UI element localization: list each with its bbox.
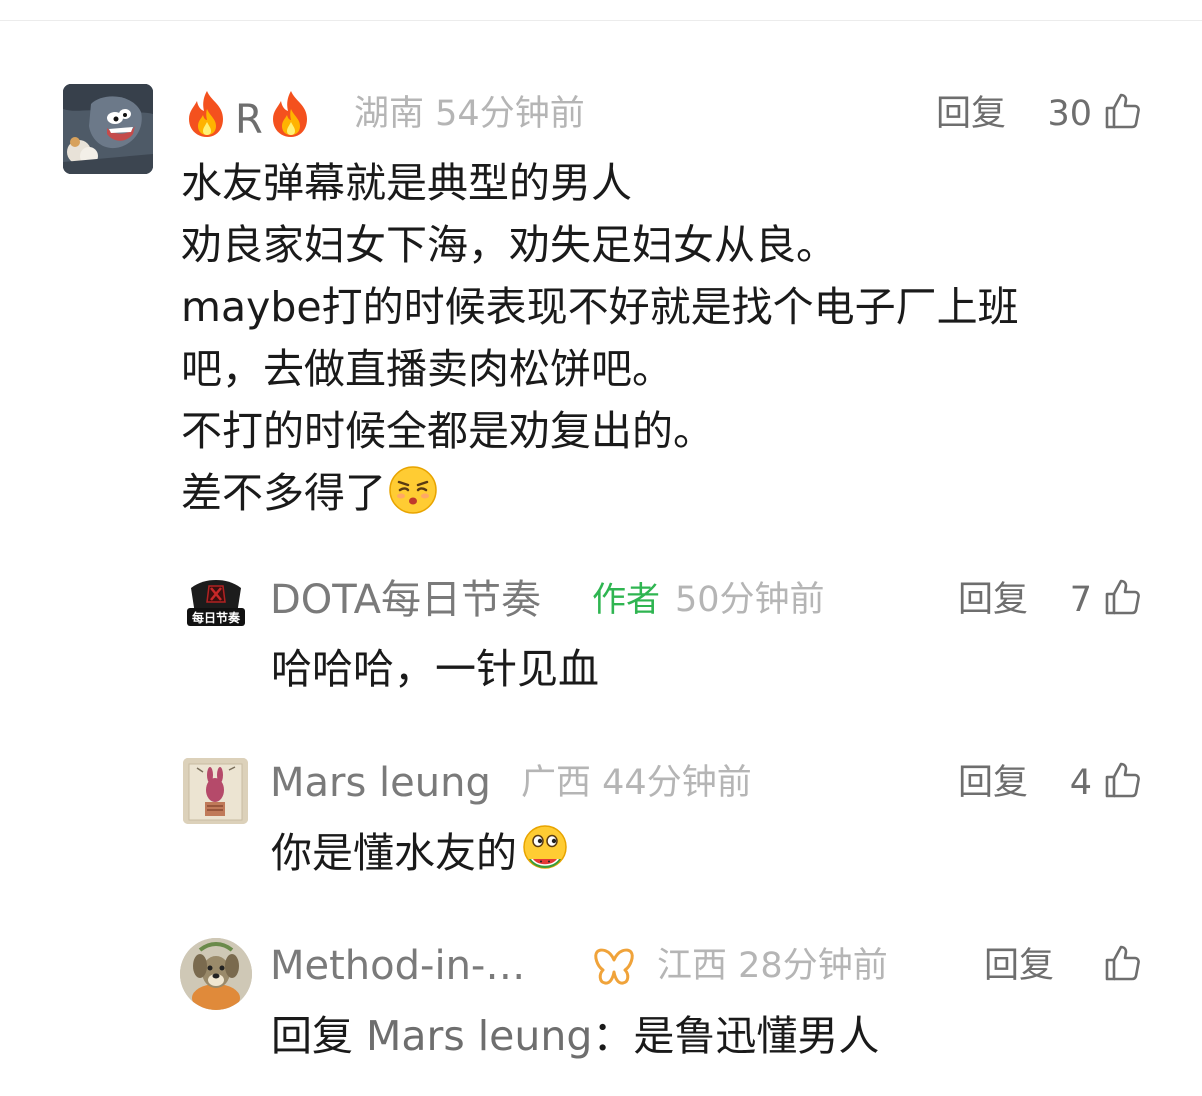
username[interactable]: DOTA每日节奏 (270, 576, 541, 624)
content-line: 劝良家妇女下海，劝失足妇女从良。 (181, 221, 837, 269)
reply-content: 哈哈哈，一针见血 (271, 645, 599, 693)
thumbs-up-icon[interactable] (1104, 578, 1140, 616)
reply-prefix: 回复 (271, 1012, 353, 1060)
location: 江西 (657, 946, 728, 986)
thumbs-up-icon[interactable] (1104, 761, 1140, 799)
content-line-last: 差不多得了 (181, 462, 1019, 524)
username[interactable]: R (183, 89, 315, 150)
avatar[interactable] (180, 938, 252, 1010)
content-text: 你是懂水友的 (271, 829, 517, 877)
username[interactable]: Method-in-… (270, 942, 525, 990)
reply-button[interactable]: 回复 (984, 944, 1054, 988)
content-line: 吧，去做直播卖肉松饼吧。 (181, 345, 673, 393)
timestamp: 44分钟前 (602, 763, 752, 803)
author-badge: 作者 (592, 580, 660, 620)
top-divider (0, 20, 1202, 21)
comment-content: 水友弹幕就是典型的男人 劝良家妇女下海，劝失足妇女从良。 maybe打的时候表现… (181, 152, 1019, 524)
fire-icon (267, 89, 315, 150)
location: 湖南 (354, 94, 425, 134)
like-count: 7 (1069, 580, 1092, 620)
like-count: 30 (1047, 94, 1092, 134)
avatar[interactable]: 每日节奏 (185, 578, 247, 630)
content-line: maybe打的时候表现不好就是找个电子厂上班 (181, 283, 1019, 331)
fire-icon (183, 89, 231, 150)
reply-button[interactable]: 回复 (958, 761, 1028, 805)
thumbs-up-icon[interactable] (1104, 92, 1140, 130)
eating-melon-emoji-icon (519, 823, 571, 892)
location: 广西 (521, 763, 592, 803)
username-text: R (235, 97, 263, 143)
avatar[interactable] (63, 84, 153, 174)
comment-meta: 湖南 54分钟前 (354, 92, 585, 136)
timestamp: 54分钟前 (435, 94, 585, 134)
comment-meta: 江西 28分钟前 (657, 944, 888, 988)
content-line: 水友弹幕就是典型的男人 (181, 159, 632, 207)
content-text: 差不多得了 (181, 469, 386, 517)
reply-button[interactable]: 回复 (958, 578, 1028, 622)
thumbs-up-icon[interactable] (1104, 944, 1140, 982)
comment-meta: 广西 44分钟前 (521, 761, 752, 805)
reply-button[interactable]: 回复 (936, 92, 1006, 136)
reply-content: 回复 Mars leung：是鲁迅懂男人 (271, 1005, 879, 1067)
hmph-emoji-icon (388, 465, 438, 532)
reply-target-user[interactable]: Mars leung (366, 1012, 592, 1060)
timestamp: 50分钟前 (675, 580, 825, 620)
butterfly-badge-icon (593, 946, 635, 990)
timestamp: 28分钟前 (738, 946, 888, 986)
like-count: 4 (1069, 763, 1092, 803)
content-line: 不打的时候全都是劝复出的。 (181, 407, 714, 455)
reply-content: 你是懂水友的 (271, 822, 571, 892)
username[interactable]: Mars leung (270, 759, 491, 807)
avatar-label: 每日节奏 (192, 610, 241, 625)
avatar[interactable] (183, 758, 248, 824)
content-text: ：是鲁迅懂男人 (592, 1012, 880, 1060)
